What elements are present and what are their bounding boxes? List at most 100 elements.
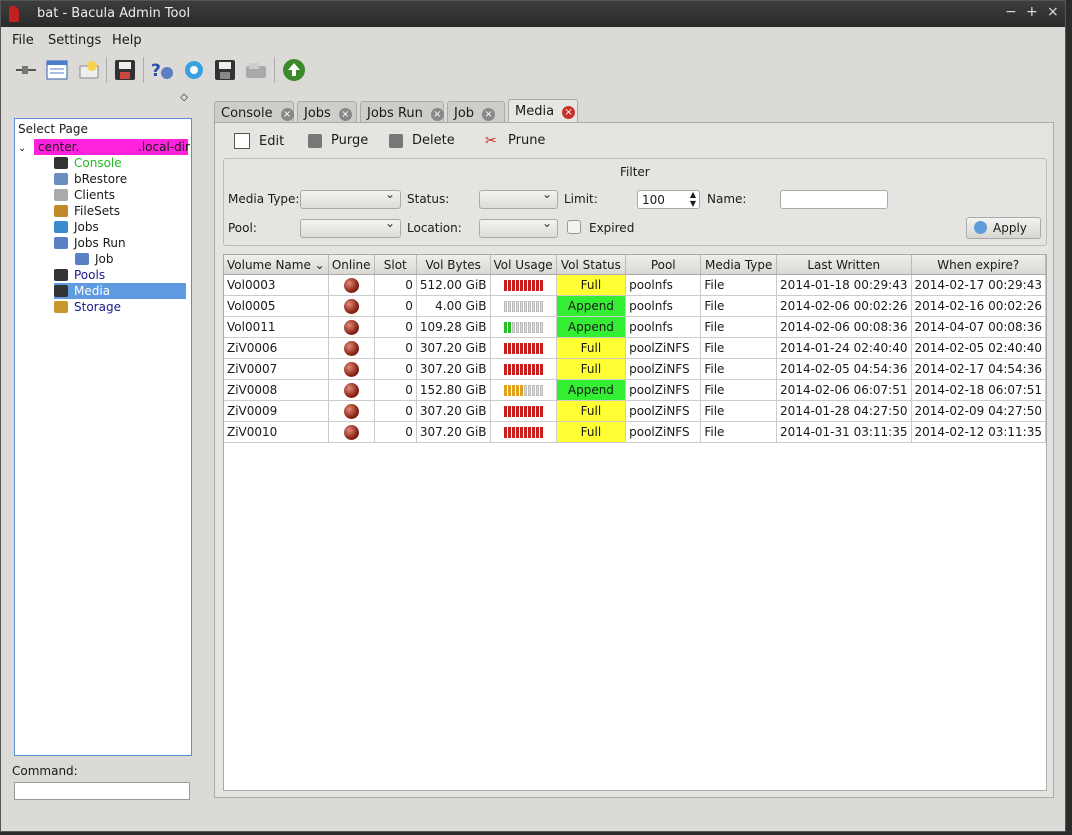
connect-icon[interactable] <box>13 57 39 83</box>
tab-job[interactable]: Job × <box>447 101 505 123</box>
location-select[interactable] <box>479 216 558 238</box>
command-input[interactable] <box>14 782 190 800</box>
name-input[interactable] <box>780 190 888 209</box>
usage-bar-segment <box>535 406 539 417</box>
window-title: bat - Bacula Admin Tool <box>37 6 191 21</box>
pool-cell: poolZiNFS <box>625 400 702 422</box>
edit-button[interactable]: Edit <box>234 133 284 149</box>
delete-label: Delete <box>412 133 455 148</box>
menu-settings[interactable]: Settings <box>48 33 101 48</box>
pool-cell: poolZiNFS <box>625 379 702 401</box>
usage-bar-segment <box>523 301 527 312</box>
column-header-vol-bytes[interactable]: Vol Bytes <box>416 255 491 275</box>
list-icon[interactable] <box>44 57 70 83</box>
sidebar-item-console[interactable]: Console <box>54 155 122 171</box>
usage-bar-segment <box>503 364 507 375</box>
sidebar-item-pools[interactable]: Pools <box>54 267 105 283</box>
table-row[interactable]: ZiV0006 0 307.20 GiB Full poolZiNFS File 2014-… <box>224 337 1046 359</box>
tab-media[interactable]: Media × <box>508 99 578 123</box>
column-header-vol-status[interactable]: Vol Status <box>556 255 627 275</box>
vol-usage-cell <box>490 295 557 317</box>
close-tab-icon[interactable]: × <box>430 108 444 121</box>
command-label: Command: <box>12 764 78 778</box>
close-tab-icon[interactable]: × <box>482 108 496 121</box>
table-row[interactable]: ZiV0008 0 152.80 GiB Append poolZiNFS File 201… <box>224 379 1046 401</box>
spin-arrows-icon[interactable]: ▲ ▼ <box>690 190 696 208</box>
column-header-slot[interactable]: Slot <box>374 255 417 275</box>
slot-cell: 0 <box>374 379 417 401</box>
tab-console[interactable]: Console × <box>214 101 294 123</box>
status-select[interactable] <box>479 187 558 209</box>
purge-button[interactable]: Purge <box>308 133 368 148</box>
table-row[interactable]: ZiV0010 0 307.20 GiB Full poolZiNFS File 2014-… <box>224 421 1046 443</box>
sidebar-item-clients[interactable]: Clients <box>54 187 115 203</box>
dock-float-icon[interactable]: ◇ <box>180 92 188 103</box>
table-row[interactable]: ZiV0009 0 307.20 GiB Full poolZiNFS File 2014-… <box>224 400 1046 422</box>
status-dir-icon[interactable]: ? <box>149 57 175 83</box>
storage-icon[interactable] <box>243 57 269 83</box>
table-row[interactable]: Vol0011 0 109.28 GiB Append poolnfs File 2014-… <box>224 316 1046 338</box>
expired-checkbox[interactable] <box>567 220 581 234</box>
column-header-online[interactable]: Online <box>328 255 375 275</box>
sidebar-item-job[interactable]: Job <box>75 251 114 267</box>
offline-status-icon <box>343 361 359 377</box>
close-tab-icon[interactable]: × <box>562 106 576 119</box>
prune-button[interactable]: ✂ Prune <box>485 133 545 148</box>
close-tab-icon[interactable]: × <box>280 108 294 121</box>
usage-bar-segment <box>515 343 519 354</box>
minimize-button[interactable]: − <box>1005 4 1017 20</box>
column-header-when-expire[interactable]: When expire? <box>911 255 1046 275</box>
sidebar-item-media[interactable]: Media <box>54 283 186 299</box>
tab-jobs-run[interactable]: Jobs Run × <box>360 101 444 123</box>
sidebar-item-jobs-run[interactable]: Jobs Run <box>54 235 126 251</box>
pools-icon <box>54 269 68 281</box>
console-icon <box>54 157 68 169</box>
slot-cell: 0 <box>374 400 417 422</box>
column-header-vol-usage[interactable]: Vol Usage <box>490 255 557 275</box>
close-window-button[interactable]: × <box>1047 4 1059 20</box>
collapse-arrow-icon[interactable]: ⌄ <box>18 143 26 154</box>
slot-cell: 0 <box>374 316 417 338</box>
media-type-select[interactable] <box>300 187 401 209</box>
pool-label: Pool: <box>228 221 257 235</box>
media-type-cell: File <box>700 421 778 443</box>
menu-help[interactable]: Help <box>112 33 142 48</box>
close-tab-icon[interactable]: × <box>338 108 352 121</box>
sidebar-item-filesets[interactable]: FileSets <box>54 203 120 219</box>
usage-bar-segment <box>515 364 519 375</box>
usage-bar-segment <box>515 280 519 291</box>
limit-spinbox[interactable]: 100 ▲ ▼ <box>637 190 700 209</box>
select-page-panel: Select Page ⌄ center. .local-dir Console… <box>14 118 192 756</box>
run-job-icon[interactable] <box>181 57 207 83</box>
column-header-media-type[interactable]: Media Type <box>700 255 778 275</box>
upgrade-icon[interactable] <box>281 57 307 83</box>
toolbar-separator <box>274 57 275 83</box>
table-row[interactable]: Vol0005 0 4.00 GiB Append poolnfs File 2014-02… <box>224 295 1046 317</box>
when-expire-cell: 2014-02-17 04:54:36 <box>911 358 1046 380</box>
label-icon[interactable] <box>76 57 102 83</box>
pool-select[interactable] <box>300 216 401 238</box>
volume-name-cell: Vol0005 <box>224 295 329 317</box>
table-row[interactable]: ZiV0007 0 307.20 GiB Full poolZiNFS File 2014-… <box>224 358 1046 380</box>
usage-bar-segment <box>511 343 515 354</box>
column-header-volume-name[interactable]: Volume Name ⌄ <box>224 255 329 275</box>
tab-jobs[interactable]: Jobs × <box>297 101 357 123</box>
table-row[interactable]: Vol0003 0 512.00 GiB Full poolnfs File 2014-01… <box>224 274 1046 296</box>
sidebar-item-jobs[interactable]: Jobs <box>54 219 99 235</box>
save-icon[interactable] <box>112 57 138 83</box>
vol-bytes-cell: 307.20 GiB <box>416 400 491 422</box>
sidebar-item-storage[interactable]: Storage <box>54 299 121 315</box>
column-header-last-written[interactable]: Last Written <box>776 255 912 275</box>
last-written-cell: 2014-01-31 03:11:35 <box>776 421 912 443</box>
column-header-pool[interactable]: Pool <box>625 255 702 275</box>
usage-bar-segment <box>511 280 515 291</box>
sidebar-item-brestore[interactable]: bRestore <box>54 171 127 187</box>
maximize-button[interactable]: + <box>1026 4 1038 20</box>
apply-button[interactable]: Apply <box>966 217 1041 239</box>
main-window: bat - Bacula Admin Tool − + × File Setti… <box>0 0 1066 832</box>
menu-file[interactable]: File <box>12 33 34 48</box>
restore-icon[interactable] <box>212 57 238 83</box>
apply-label: Apply <box>993 221 1027 235</box>
director-row[interactable]: ⌄ center. .local-dir <box>18 139 190 155</box>
delete-button[interactable]: Delete <box>389 133 455 148</box>
